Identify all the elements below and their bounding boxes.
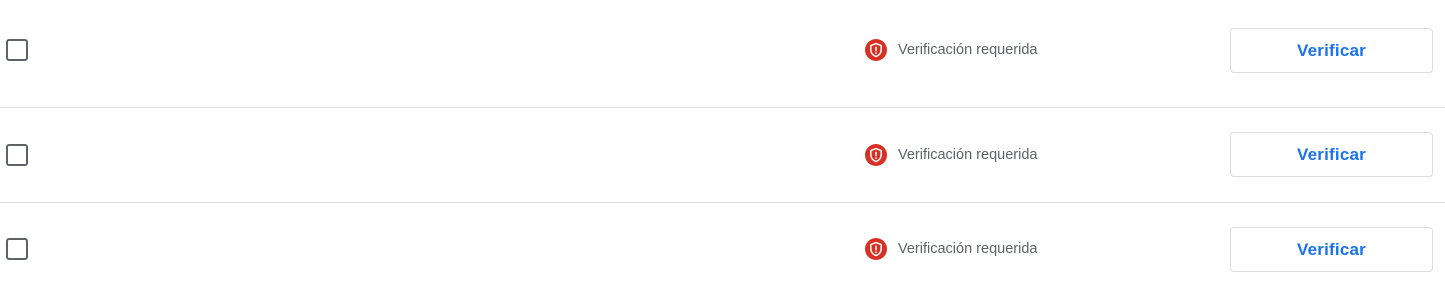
shield-alert-icon (865, 39, 887, 61)
status-label: Verificación requerida (898, 42, 1038, 58)
verify-button[interactable]: Verificar (1230, 227, 1433, 272)
list-item: Verificación requerida Verificar (0, 202, 1445, 298)
shield-alert-icon (865, 144, 887, 166)
list-item: Verificación requerida Verificar (0, 107, 1445, 203)
list-item: Verificación requerida Verificar (0, 2, 1445, 98)
status-label: Verificación requerida (898, 241, 1038, 257)
verify-button[interactable]: Verificar (1230, 132, 1433, 177)
row-checkbox[interactable] (6, 144, 28, 166)
row-checkbox[interactable] (6, 238, 28, 260)
status-indicator: Verificación requerida (865, 238, 1037, 260)
shield-alert-icon (865, 238, 887, 260)
status-indicator: Verificación requerida (865, 144, 1037, 166)
verification-list: Verificación requerida Verificar Verific… (0, 0, 1445, 292)
status-indicator: Verificación requerida (865, 39, 1037, 61)
row-checkbox[interactable] (6, 39, 28, 61)
verify-button[interactable]: Verificar (1230, 28, 1433, 73)
status-label: Verificación requerida (898, 147, 1038, 163)
